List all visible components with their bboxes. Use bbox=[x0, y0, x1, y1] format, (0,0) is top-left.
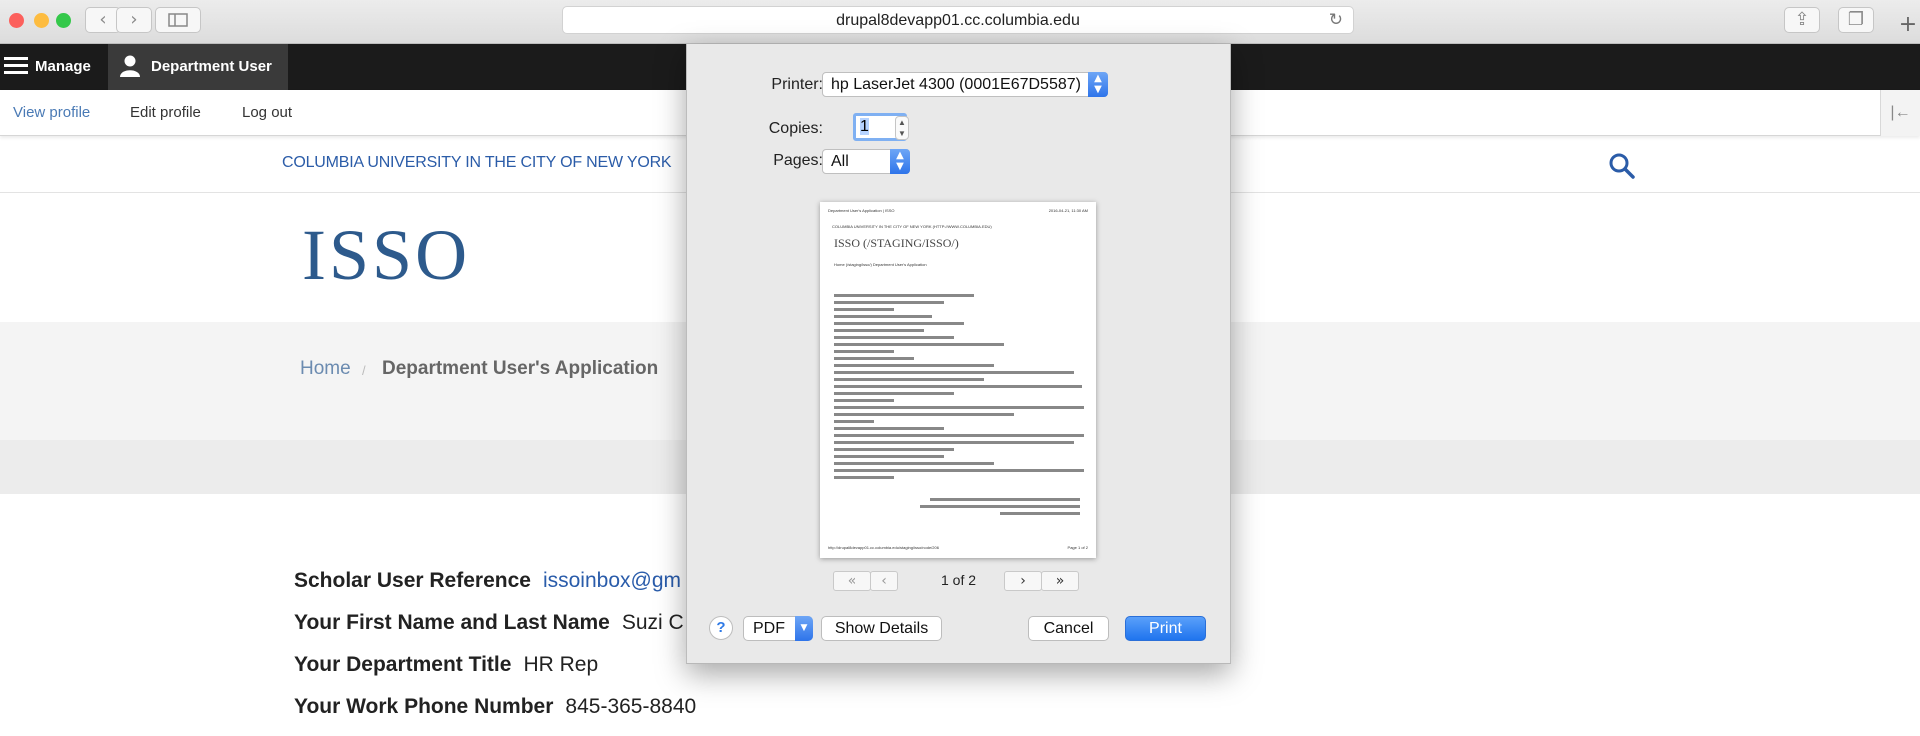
share-icon[interactable]: ⇪ bbox=[1784, 7, 1820, 33]
previous-page-icon[interactable]: ‹ bbox=[870, 571, 898, 591]
chevron-down-icon: ▼ bbox=[795, 616, 813, 641]
chevron-right-icon[interactable]: › bbox=[116, 7, 152, 33]
pages-value: All bbox=[831, 153, 849, 170]
select-arrows-icon: ▲ ▼ bbox=[890, 149, 910, 174]
copies-value: 1 bbox=[860, 118, 869, 135]
field-department-title: Your Department Title HR Rep bbox=[294, 653, 598, 677]
user-label: Department User bbox=[151, 58, 272, 75]
minimize-window-icon[interactable] bbox=[34, 13, 49, 28]
user-icon bbox=[120, 55, 140, 82]
copies-stepper[interactable]: ▲ ▼ bbox=[895, 116, 909, 140]
search-icon[interactable] bbox=[1608, 152, 1636, 185]
pdf-menu-button[interactable]: PDF ▼ bbox=[743, 616, 813, 641]
breadcrumb-home[interactable]: Home bbox=[300, 358, 351, 380]
view-profile-link[interactable]: View profile bbox=[13, 90, 90, 136]
field-label: Scholar User Reference bbox=[294, 569, 531, 592]
menu-icon[interactable] bbox=[4, 55, 28, 82]
log-out-link[interactable]: Log out bbox=[242, 90, 292, 136]
field-name: Your First Name and Last Name Suzi C bbox=[294, 611, 684, 635]
field-value: 845-365-8840 bbox=[565, 695, 697, 718]
field-value: Suzi C bbox=[621, 611, 684, 634]
preview-title: ISSO (/STAGING/ISSO/) bbox=[834, 236, 959, 250]
print-preview-page: Department User's Application | ISSO 201… bbox=[820, 202, 1096, 558]
field-label: Your Work Phone Number bbox=[294, 695, 554, 718]
zoom-window-icon[interactable] bbox=[56, 13, 71, 28]
select-arrows-icon: ▲ ▼ bbox=[1088, 72, 1108, 97]
user-tab[interactable]: Department User bbox=[108, 44, 288, 90]
pages-select[interactable]: All ▲ ▼ bbox=[822, 149, 910, 174]
preview-breadcrumb: Home (/staging/isso/) Department User's … bbox=[834, 262, 927, 267]
url-text: drupal8devapp01.cc.columbia.edu bbox=[836, 12, 1080, 29]
printer-value: hp LaserJet 4300 (0001E67D5587) bbox=[831, 76, 1081, 93]
next-page-icon[interactable]: › bbox=[1004, 571, 1042, 591]
print-dialog: Printer: hp LaserJet 4300 (0001E67D5587)… bbox=[686, 44, 1231, 664]
preview-footer-left: http://drupal8devapp01.cc.columbia.edu/s… bbox=[828, 545, 939, 550]
breadcrumb-current: Department User's Application bbox=[382, 358, 659, 379]
university-link[interactable]: COLUMBIA UNIVERSITY IN THE CITY OF NEW Y… bbox=[282, 154, 672, 172]
site-logo[interactable]: ISSO bbox=[302, 214, 470, 297]
browser-chrome: ‹ › drupal8devapp01.cc.columbia.edu ↻ ⇪ … bbox=[0, 0, 1920, 44]
preview-header-right: 2016-04-21, 11:30 AM bbox=[1048, 208, 1088, 213]
field-label: Your Department Title bbox=[294, 653, 512, 676]
breadcrumb-separator: / bbox=[362, 363, 366, 378]
page-counter: 1 of 2 bbox=[941, 572, 977, 588]
sidebar-icon[interactable] bbox=[155, 7, 201, 33]
reload-icon[interactable]: ↻ bbox=[1329, 7, 1343, 34]
plus-icon[interactable]: + bbox=[1896, 12, 1920, 44]
pages-label: Pages: bbox=[773, 152, 823, 169]
preview-university: COLUMBIA UNIVERSITY IN THE CITY OF NEW Y… bbox=[832, 224, 992, 229]
pdf-label: PDF bbox=[753, 620, 785, 637]
manage-button[interactable]: Manage bbox=[35, 44, 91, 90]
tray-orientation-toggle[interactable]: |← bbox=[1880, 90, 1920, 136]
first-page-icon[interactable]: « bbox=[833, 571, 871, 591]
field-scholar-reference: Scholar User Reference issoinbox@gm bbox=[294, 569, 681, 593]
printer-label: Printer: bbox=[771, 76, 823, 93]
help-button[interactable]: ? bbox=[709, 616, 733, 640]
copies-label: Copies: bbox=[768, 120, 823, 137]
last-page-icon[interactable]: » bbox=[1041, 571, 1079, 591]
edit-profile-link[interactable]: Edit profile bbox=[130, 90, 201, 136]
tabs-icon[interactable]: ❐ bbox=[1838, 7, 1874, 33]
field-label: Your First Name and Last Name bbox=[294, 611, 610, 634]
show-details-button[interactable]: Show Details bbox=[821, 616, 942, 641]
preview-header-left: Department User's Application | ISSO bbox=[828, 208, 895, 213]
cancel-button[interactable]: Cancel bbox=[1028, 616, 1109, 641]
field-value: HR Rep bbox=[523, 653, 599, 676]
print-button[interactable]: Print bbox=[1125, 616, 1206, 641]
close-window-icon[interactable] bbox=[9, 13, 24, 28]
field-work-phone: Your Work Phone Number 845-365-8840 bbox=[294, 695, 696, 719]
address-bar[interactable]: drupal8devapp01.cc.columbia.edu ↻ bbox=[562, 6, 1354, 34]
scholar-email-link[interactable]: issoinbox@gm bbox=[543, 569, 681, 592]
printer-select[interactable]: hp LaserJet 4300 (0001E67D5587) ▲ ▼ bbox=[822, 72, 1108, 97]
preview-footer-right: Page 1 of 2 bbox=[1067, 545, 1088, 550]
